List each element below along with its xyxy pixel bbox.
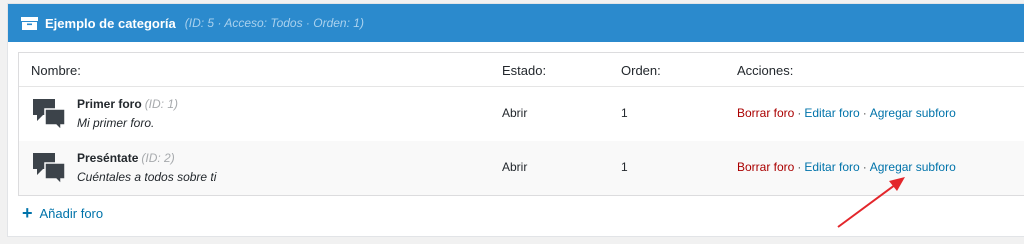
forum-actions: Borrar foro · Editar foro · Agregar subforo [737,160,956,174]
add-forum-label: Añadir foro [39,206,104,221]
forum-id: (ID: 1) [144,97,179,111]
forum-state: Abrir [502,106,528,120]
category-title: Ejemplo de categoría [45,15,176,31]
forum-bubbles-icon [31,151,69,186]
column-name: Nombre: [31,63,81,78]
forums-table: Nombre: Estado: Orden: Acciones: Primer … [18,52,1024,196]
column-state: Estado: [502,63,547,78]
delete-forum-link[interactable]: Borrar foro [737,106,794,120]
category-panel: Ejemplo de categoría (ID: 5 · Acceso: To… [7,3,1024,237]
table-header: Nombre: Estado: Orden: Acciones: [19,53,1024,87]
edit-forum-link[interactable]: Editar foro [804,106,859,120]
table-row: Preséntate (ID: 2) Cuéntales a todos sobr… [19,141,1024,195]
forum-description: Mi primer foro. [77,116,155,130]
forum-name[interactable]: Preséntate [77,151,138,165]
edit-forum-link[interactable]: Editar foro [804,160,859,174]
forum-description: Cuéntales a todos sobre ti [77,170,217,184]
separator: · [797,106,802,120]
forum-actions: Borrar foro · Editar foro · Agregar subforo [737,106,956,120]
separator: · [862,160,867,174]
forum-order: 1 [621,106,628,120]
table-row: Primer foro (ID: 1) Mi primer foro. Abrir… [19,87,1024,141]
forum-id: (ID: 2) [141,151,175,165]
separator: · [797,160,802,174]
add-subforum-link[interactable]: Agregar subforo [870,160,956,174]
separator: · [862,106,867,120]
add-subforum-link[interactable]: Agregar subforo [870,106,956,120]
forum-name[interactable]: Primer foro [77,97,142,111]
delete-forum-link[interactable]: Borrar foro [737,160,794,174]
forum-bubbles-icon [31,97,69,132]
forum-state: Abrir [502,160,528,174]
column-actions: Acciones: [737,63,794,78]
category-header: Ejemplo de categoría (ID: 5 · Acceso: To… [8,4,1024,42]
category-meta: (ID: 5 · Acceso: Todos · Orden: 1) [184,16,364,30]
plus-icon: + [22,203,33,223]
column-order: Orden: [621,63,661,78]
add-forum-button[interactable]: + Añadir foro [22,203,104,223]
archive-box-icon [21,16,38,30]
forum-order: 1 [621,160,628,174]
